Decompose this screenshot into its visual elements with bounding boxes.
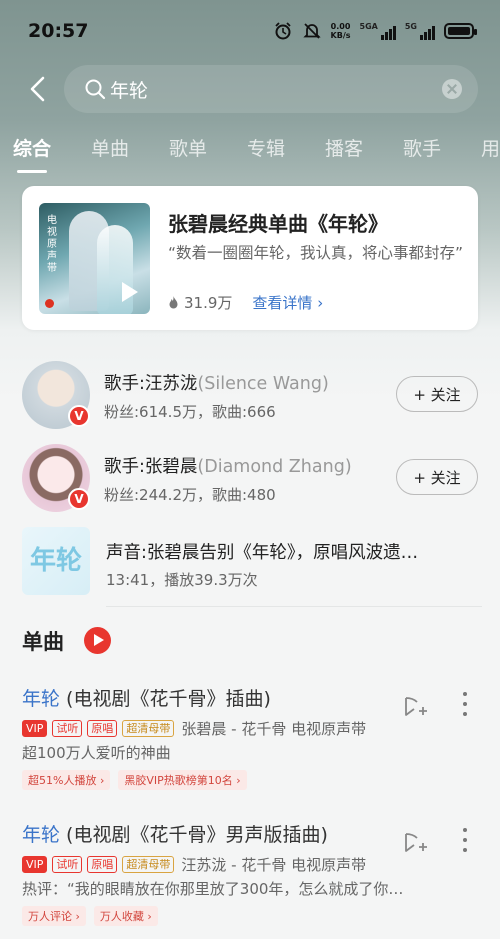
tab-artists[interactable]: 歌手 <box>403 134 441 161</box>
comments-chip[interactable]: 万人评论 › <box>22 906 86 926</box>
song-title: 年轮 (电视剧《花千骨》插曲) <box>22 688 271 710</box>
artist-row[interactable]: V 歌手:张碧晨(Diamond Zhang) 粉丝:244.2万，歌曲:480… <box>22 444 478 512</box>
clock: 20:57 <box>28 20 89 42</box>
back-arrow-icon[interactable] <box>24 74 54 104</box>
artist-meta: 粉丝:244.2万，歌曲:480 <box>104 486 276 504</box>
tab-playlists[interactable]: 歌单 <box>169 134 207 161</box>
follow-button[interactable]: + 关注 <box>396 376 478 412</box>
voice-meta: 13:41，播放39.3万次 <box>106 571 258 589</box>
play-icon[interactable] <box>122 282 138 302</box>
play-count: 31.9万 <box>184 294 233 312</box>
clear-search-icon[interactable] <box>442 79 462 99</box>
trial-tag: 试听 <box>52 856 83 873</box>
original-tag: 原唱 <box>87 720 118 737</box>
vip-tag: VIP <box>22 720 48 737</box>
song-row[interactable]: 年轮 (电视剧《花千骨》男声版插曲) VIP 试听 原唱 超清母带 汪苏泷 - … <box>22 820 478 930</box>
search-input[interactable] <box>110 73 430 105</box>
signal-5ga-icon: 5GA <box>360 22 396 40</box>
vip-tag: VIP <box>22 856 48 873</box>
net-speed: 0.00 KB/s <box>330 22 351 40</box>
voice-title: 声音:张碧晨告别《年轮》，原唱风波遗… <box>106 543 419 563</box>
album-cover[interactable]: 电视原声带 <box>39 203 150 314</box>
song-tags: VIP 试听 原唱 超清母带 张碧晨 - 花千骨 电视原声带 <box>22 718 366 739</box>
featured-description: “数着一圈圈年轮，我认真，将心事都封存” <box>168 244 464 262</box>
category-tabs: 综合 单曲 歌单 专辑 播客 歌手 用 <box>0 134 500 174</box>
artist-name: 歌手:汪苏泷(Silence Wang) <box>104 374 329 394</box>
tab-albums[interactable]: 专辑 <box>247 134 285 161</box>
tab-overall[interactable]: 综合 <box>13 134 51 173</box>
trial-tag: 试听 <box>52 720 83 737</box>
search-icon <box>85 79 106 100</box>
mute-bell-icon <box>302 23 321 39</box>
original-tag: 原唱 <box>87 856 118 873</box>
follow-button[interactable]: + 关注 <box>396 459 478 495</box>
song-artist-album: 张碧晨 - 花千骨 电视原声带 <box>181 720 367 738</box>
add-to-playlist-icon[interactable] <box>402 830 428 856</box>
more-options-icon[interactable] <box>462 692 468 716</box>
verified-badge: V <box>68 488 90 510</box>
add-to-playlist-icon[interactable] <box>402 694 428 720</box>
tab-podcasts[interactable]: 播客 <box>325 134 363 161</box>
battery-icon <box>444 23 477 39</box>
status-bar: 20:57 0.00 KB/s 5GA 5G <box>0 0 500 60</box>
tab-users[interactable]: 用 <box>481 134 500 161</box>
favorites-chip[interactable]: 万人收藏 › <box>93 906 158 926</box>
song-description: 超100万人爱听的神曲 <box>22 744 171 762</box>
song-row[interactable]: 年轮 (电视剧《花千骨》插曲) VIP 试听 原唱 超清母带 张碧晨 - 花千骨… <box>22 684 478 794</box>
tab-singles[interactable]: 单曲 <box>91 134 129 161</box>
play-all-icon[interactable] <box>84 627 111 654</box>
song-title: 年轮 (电视剧《花千骨》男声版插曲) <box>22 824 328 846</box>
alarm-icon <box>274 22 291 40</box>
system-icons: 0.00 KB/s 5GA 5G <box>273 22 477 40</box>
divider <box>106 606 482 607</box>
song-chips: 万人评论 › 万人收藏 › <box>22 906 166 926</box>
view-details-link[interactable]: 查看详情 › <box>252 292 323 313</box>
song-tags: VIP 试听 原唱 超清母带 汪苏泷 - 花千骨 电视原声带 <box>22 854 366 875</box>
artist-row[interactable]: V 歌手:汪苏泷(Silence Wang) 粉丝:614.5万，歌曲:666 … <box>22 361 478 429</box>
search-bar[interactable] <box>64 65 478 113</box>
section-title: 单曲 <box>22 630 64 654</box>
song-artist-album: 汪苏泷 - 花千骨 电视原声带 <box>181 856 367 874</box>
voice-item[interactable]: 年轮 声音:张碧晨告别《年轮》，原唱风波遗… 13:41，播放39.3万次 <box>22 527 478 595</box>
song-chips: 超51%人播放 › 黑胶VIP热歌榜第10名 › <box>22 770 255 790</box>
cover-text: 电视原声带 <box>47 215 57 274</box>
featured-title: 张碧晨经典单曲《年轮》 <box>168 212 388 236</box>
artist-name: 歌手:张碧晨(Diamond Zhang) <box>104 457 352 477</box>
featured-song-card[interactable]: 电视原声带 张碧晨经典单曲《年轮》 “数着一圈圈年轮，我认真，将心事都封存” 3… <box>22 186 478 330</box>
artist-meta: 粉丝:614.5万，歌曲:666 <box>104 403 276 421</box>
master-quality-tag: 超清母带 <box>122 720 175 737</box>
song-hot-comment: 热评：“我的眼睛放在你那里放了300年，怎么就成了你… <box>22 880 404 898</box>
voice-thumbnail[interactable]: 年轮 <box>22 527 90 595</box>
verified-badge: V <box>68 405 90 427</box>
signal-5g-icon: 5G <box>405 22 435 40</box>
master-quality-tag: 超清母带 <box>122 856 175 873</box>
stat-chip[interactable]: 超51%人播放 › <box>22 770 111 790</box>
more-options-icon[interactable] <box>462 828 468 852</box>
rank-chip[interactable]: 黑胶VIP热歌榜第10名 › <box>118 770 247 790</box>
featured-stats: 31.9万 查看详情 › <box>168 292 323 313</box>
label-logo-icon <box>45 299 54 308</box>
flame-icon <box>169 296 178 309</box>
